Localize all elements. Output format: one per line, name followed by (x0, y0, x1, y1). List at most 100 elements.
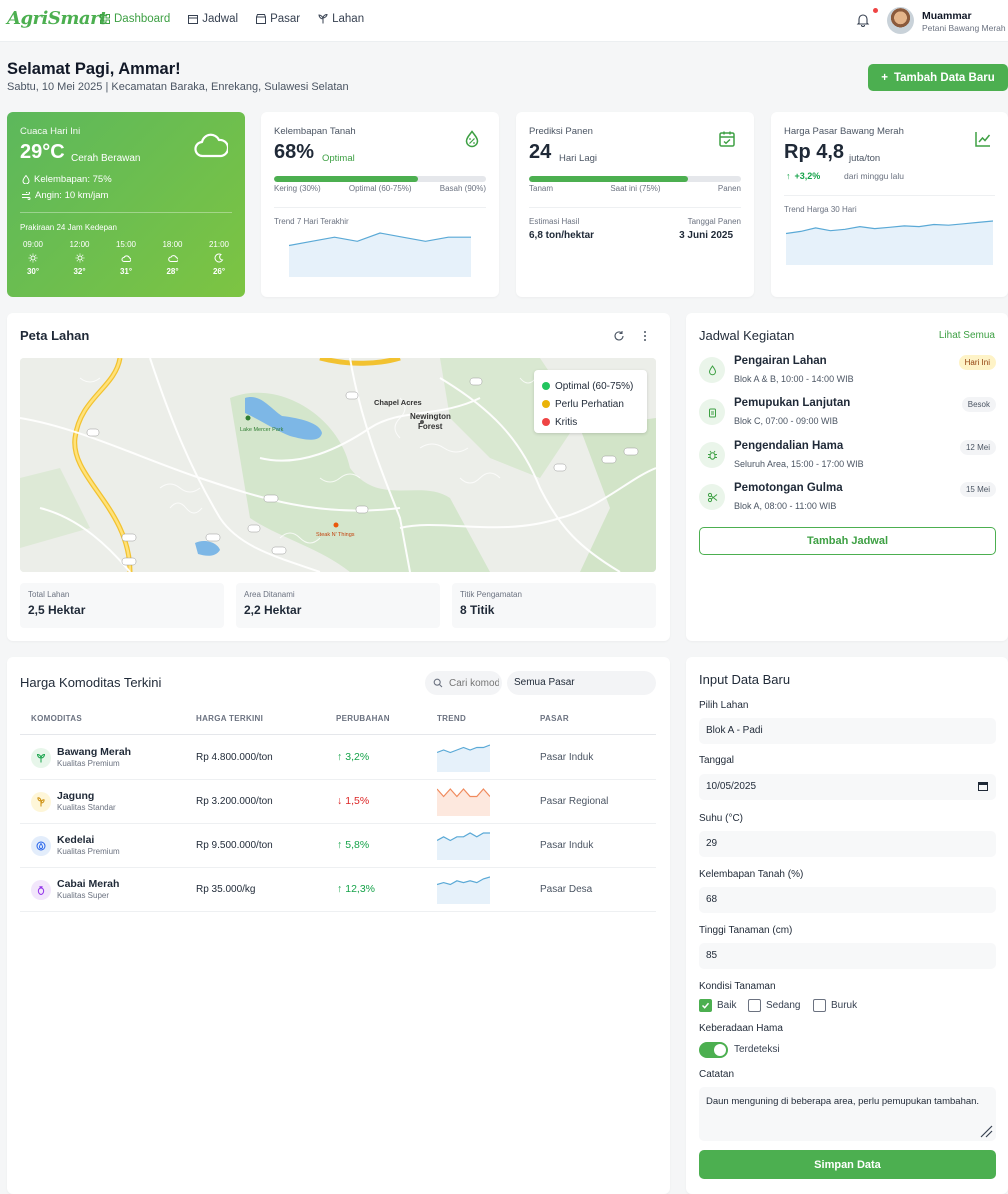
arrow-up-icon: ↑ (337, 883, 343, 895)
forecast-temp: 32° (73, 267, 86, 276)
market-price-card: Harga Pasar Bawang Merah Rp 4,8 juta/ton… (771, 112, 1008, 297)
commodity-name: Cabai Merah (57, 878, 120, 890)
condition-good-checkbox[interactable]: Baik (699, 999, 736, 1012)
harvest-progress-labels: Tanam Saat ini (75%) Panen (529, 184, 741, 193)
height-field[interactable]: 85 (699, 943, 996, 969)
add-data-label: Tambah Data Baru (893, 71, 995, 84)
checkbox-checked[interactable] (699, 999, 712, 1012)
commodity-change-value: 3,2% (345, 751, 370, 763)
schedule-item[interactable]: Pemupukan Lanjutan Blok C, 07:00 - 09:00… (699, 397, 996, 437)
divider (274, 207, 486, 208)
schedule-item[interactable]: Pemotongan Gulma Blok A, 08:00 - 11:00 W… (699, 482, 996, 522)
avatar[interactable] (887, 7, 914, 34)
nav-dashboard[interactable]: Dashboard (100, 13, 170, 25)
nav-lahan[interactable]: Lahan (318, 13, 364, 25)
add-data-button[interactable]: + Tambah Data Baru (868, 64, 1008, 91)
market-title: Harga Pasar Bawang Merah (784, 126, 904, 137)
schedule-item[interactable]: Pengendalian Hama Seluruh Area, 15:00 - … (699, 440, 996, 480)
commodity-change: ↑ 3,2% (337, 751, 369, 763)
market-select[interactable]: Semua Pasar (507, 671, 656, 695)
nav-pasar[interactable]: Pasar (256, 13, 300, 25)
commodity-search-input[interactable] (449, 677, 499, 689)
schedule-item[interactable]: Pengairan Lahan Blok A & B, 10:00 - 14:0… (699, 355, 996, 395)
soil-trend-label: Trend 7 Hari Terakhir (274, 217, 349, 226)
commodity-name: Kedelai (57, 834, 95, 846)
commodity-quality: Kualitas Super (57, 891, 110, 900)
commodity-market: Pasar Induk (540, 752, 594, 763)
commodity-search[interactable] (425, 671, 502, 695)
weather-desc: Cerah Berawan (71, 153, 141, 164)
date-field[interactable]: 10/05/2025 (699, 774, 996, 800)
page-subtitle: Sabtu, 10 Mei 2025 | Kecamatan Baraka, E… (7, 81, 349, 93)
harvest-est-value: 6,8 ton/hektar (529, 230, 595, 241)
app-logo[interactable]: AgriSmart (7, 8, 107, 29)
note-textarea[interactable]: Daun menguning di beberapa area, perlu p… (699, 1087, 996, 1141)
trend-area (289, 233, 471, 277)
forecast-label: Prakiraan 24 Jam Kedepan (20, 223, 117, 232)
market-value: Rp 4,8 (784, 141, 845, 163)
legend-dot (542, 382, 550, 390)
page-title: Selamat Pagi, Ammar! (7, 60, 181, 78)
resize-handle-icon[interactable] (979, 1124, 993, 1138)
trend-area (437, 877, 490, 904)
bell-icon[interactable] (856, 13, 870, 27)
harvest-date-value: 3 Juni 2025 (679, 230, 733, 241)
add-schedule-button[interactable]: Tambah Jadwal (699, 527, 996, 555)
forecast-hour: 18:00 28° (160, 240, 186, 276)
pest-toggle[interactable] (699, 1042, 728, 1058)
commodity-change: ↓ 1,5% (337, 795, 369, 807)
commodity-prices-card: Harga Komoditas Terkini Semua Pasar KOMO… (7, 657, 670, 1194)
table-row[interactable]: Jagung Kualitas Standar Rp 3.200.000/ton ↓ 1… (20, 780, 656, 824)
harvest-value: 24 (529, 141, 552, 163)
commodity-price: Rp 35.000/kg (196, 884, 256, 895)
refresh-icon[interactable] (613, 330, 625, 342)
grid-icon (100, 14, 110, 24)
condition-bad-checkbox[interactable]: Buruk (813, 999, 857, 1012)
forecast-hour: 21:00 26° (206, 240, 232, 276)
soil-trend-chart (289, 232, 471, 277)
col-trend: TREND (437, 714, 467, 723)
field-map[interactable]: Chapel Acres Newington Forest Lake Merce… (20, 358, 656, 572)
legend-label: Optimal (60-75%) (555, 380, 634, 392)
legend-dot (542, 400, 550, 408)
see-all-link[interactable]: Lihat Semua (939, 330, 995, 341)
stat-observation-points: Titik Pengamatan 8 Titik (452, 583, 656, 628)
calendar-icon[interactable] (978, 781, 988, 791)
soil-moisture-card: Kelembapan Tanah 68% Optimal Kering (30%… (261, 112, 499, 297)
input-form-card: Input Data Baru Pilih Lahan Blok A - Pad… (686, 657, 1008, 1194)
harvest-label-plant: Tanam (529, 184, 554, 193)
temp-field[interactable]: 29 (699, 831, 996, 857)
commodity-change-value: 1,5% (345, 795, 370, 807)
check-icon (701, 1002, 710, 1009)
field-select[interactable]: Blok A - Padi (699, 718, 996, 744)
checkbox[interactable] (748, 999, 761, 1012)
commodity-price: Rp 3.200.000/ton (196, 796, 273, 807)
plus-icon: + (881, 71, 888, 84)
map-place-steak: Steak N' Things (316, 532, 355, 538)
schedule-item-sub: Seluruh Area, 15:00 - 17:00 WIB (734, 459, 864, 469)
weather-humidity: Kelembapan: 75% (22, 174, 112, 185)
commodity-market: Pasar Desa (540, 884, 593, 895)
condition-medium-checkbox[interactable]: Sedang (748, 999, 800, 1012)
map-place-chapel-acres: Chapel Acres (374, 398, 422, 407)
stat-label: Area Ditanami (244, 590, 295, 599)
map-legend: Optimal (60-75%) Perlu Perhatian Kritis (534, 370, 647, 433)
nav-jadwal[interactable]: Jadwal (188, 13, 238, 25)
commodity-quality: Kualitas Premium (57, 847, 120, 856)
calendar-check-icon (719, 131, 735, 147)
nav-dashboard-label: Dashboard (114, 13, 171, 25)
moisture-field[interactable]: 68 (699, 887, 996, 913)
harvest-card: Prediksi Panen 24 Hari Lagi Tanam Saat i… (516, 112, 754, 297)
condition-medium-label: Sedang (766, 1000, 801, 1011)
table-row[interactable]: Kedelai Kualitas Premium Rp 9.500.000/ton ↑… (20, 824, 656, 868)
checkbox[interactable] (813, 999, 826, 1012)
save-data-button[interactable]: Simpan Data (699, 1150, 996, 1179)
table-row[interactable]: Cabai Merah Kualitas Super Rp 35.000/kg ↑ 12… (20, 868, 656, 912)
table-row[interactable]: Bawang Merah Kualitas Premium Rp 4.800.000… (20, 736, 656, 780)
stat-planted-area: Area Ditanami 2,2 Hektar (236, 583, 440, 628)
legend-item: Perlu Perhatian (542, 395, 639, 413)
market-change-note: dari minggu lalu (844, 171, 905, 181)
more-vertical-icon[interactable] (642, 330, 648, 342)
forecast-temp: 28° (166, 267, 179, 276)
soil-title: Kelembapan Tanah (274, 126, 356, 137)
